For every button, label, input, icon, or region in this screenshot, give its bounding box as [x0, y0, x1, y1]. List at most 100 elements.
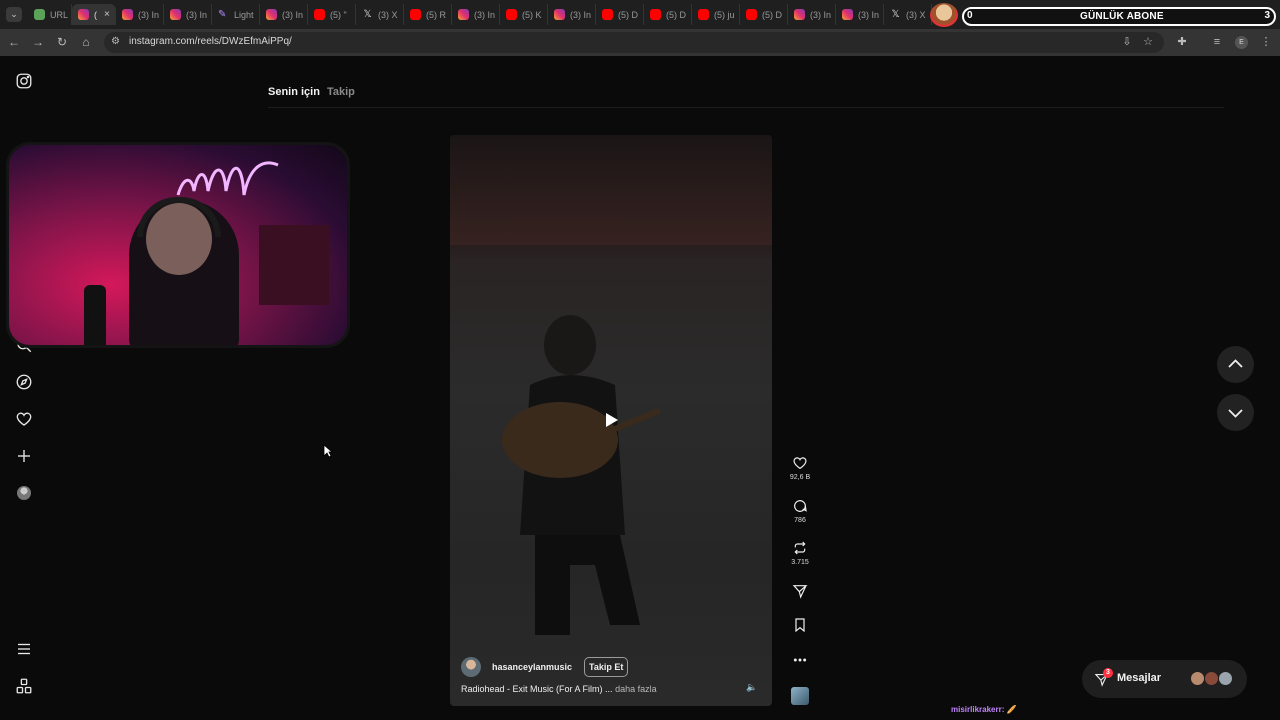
install-app-icon[interactable]: ⇩	[1120, 35, 1134, 49]
browser-tab[interactable]: 𝕏 (3) X	[356, 4, 404, 25]
browser-tab[interactable]: URL	[28, 4, 72, 25]
tab-close-icon[interactable]: ×	[104, 9, 110, 20]
back-icon[interactable]: ←	[6, 34, 22, 50]
notifications-heart-icon[interactable]	[15, 410, 33, 428]
like-action[interactable]: 92,6 B	[788, 455, 812, 481]
tab-title: (5) R	[426, 9, 446, 20]
instagram-favicon-icon	[170, 9, 181, 20]
tab-title: (5) D	[618, 9, 638, 20]
share-send-icon[interactable]	[792, 583, 808, 599]
like-count: 92,6 B	[789, 474, 811, 481]
comment-action[interactable]: 786	[788, 498, 812, 524]
browser-menu-icon[interactable]: ⋮	[1259, 35, 1273, 49]
tab-following[interactable]: Takip	[327, 86, 355, 98]
tab-for-you[interactable]: Senin için	[268, 86, 320, 98]
browser-tab[interactable]: (3) In	[836, 4, 884, 25]
light-favicon-icon: ✎	[218, 9, 227, 20]
tab-title: (3) X	[906, 9, 926, 20]
also-from-meta-icon[interactable]	[15, 677, 33, 695]
sound-toggle-icon[interactable]: 🔈	[746, 682, 757, 692]
instagram-favicon-icon	[554, 9, 565, 20]
bookmark-icon[interactable]	[792, 617, 808, 633]
browser-tab[interactable]: (3) In	[788, 4, 836, 25]
youtube-favicon-icon	[698, 9, 709, 20]
browser-tab-strip: ⌄ URL(× (3) In (3) In ✎ Light (3) In (5) " 𝕏 (3)…	[0, 0, 1280, 29]
more-dots-icon[interactable]	[792, 652, 808, 668]
audio-thumbnail[interactable]	[791, 687, 809, 705]
profile-avatar[interactable]: E	[1235, 36, 1248, 49]
caption-more-link[interactable]: daha fazla	[615, 684, 657, 694]
browser-tab[interactable]: (3) In	[116, 4, 164, 25]
youtube-favicon-icon	[410, 9, 421, 20]
extensions-icon[interactable]: ✚	[1175, 35, 1189, 49]
site-info-icon[interactable]: ⚙	[111, 36, 123, 48]
tab-title: (5) K	[522, 9, 542, 20]
author-avatar[interactable]	[461, 657, 481, 677]
repost-action[interactable]: 3.715	[788, 540, 812, 566]
chevron-down-icon[interactable]	[1217, 394, 1254, 431]
instagram-reels-page: Senin için Takip hasanceylanmusic Takip …	[0, 56, 1280, 720]
browser-tab[interactable]: (5) D	[596, 4, 644, 25]
forward-icon[interactable]: →	[30, 34, 46, 50]
reload-icon[interactable]: ↻	[54, 34, 70, 50]
address-bar[interactable]: ⚙ instagram.com/reels/DWzEfmAiPPq/	[104, 32, 1164, 53]
contact-avatar	[1218, 671, 1233, 686]
contact-avatar	[1204, 671, 1219, 686]
author-username[interactable]: hasanceylanmusic	[492, 662, 572, 672]
browser-tab[interactable]: (5) "	[308, 4, 356, 25]
browser-tab[interactable]: (3) In	[164, 4, 212, 25]
browser-tab[interactable]: ✎ Light	[212, 4, 260, 25]
tab-title: (5) ju	[714, 9, 735, 20]
browser-tab[interactable]: (5) D	[644, 4, 692, 25]
next-reel-button[interactable]	[1217, 394, 1254, 431]
musician-figure	[502, 315, 660, 635]
more-options-action[interactable]	[788, 652, 812, 668]
messages-label: Mesajlar	[1117, 672, 1162, 684]
create-plus-icon[interactable]	[15, 447, 33, 465]
previous-reel-button[interactable]	[1217, 346, 1254, 383]
browser-tab[interactable]: (3) In	[548, 4, 596, 25]
follow-button[interactable]: Takip Et	[584, 657, 629, 677]
browser-tab[interactable]: (3) In	[452, 4, 500, 25]
youtube-favicon-icon	[602, 9, 613, 20]
home-icon[interactable]: ⌂	[78, 34, 94, 50]
browser-toolbar: ← → ↻ ⌂ ⚙ instagram.com/reels/DWzEfmAiPP…	[0, 29, 1280, 56]
tab-title: (3) In	[570, 9, 592, 20]
like-heart-icon[interactable]	[792, 455, 808, 471]
explore-icon[interactable]	[15, 373, 33, 391]
subscriber-label: GÜNLÜK ABONE	[1080, 11, 1164, 22]
tab-title: (3) In	[858, 9, 880, 20]
browser-tab[interactable]: (5) D	[740, 4, 788, 25]
instagram-favicon-icon	[122, 9, 133, 20]
more-menu-icon[interactable]	[15, 640, 33, 658]
save-action[interactable]	[788, 617, 812, 633]
messages-button[interactable]: 3 Mesajlar	[1082, 660, 1247, 698]
instagram-logo-icon[interactable]	[15, 72, 33, 90]
play-icon[interactable]	[602, 411, 620, 429]
browser-tab[interactable]: (5) R	[404, 4, 452, 25]
browser-tab[interactable]: (5) K	[500, 4, 548, 25]
reel-video[interactable]: hasanceylanmusic Takip Et Radiohead - Ex…	[450, 135, 772, 706]
repost-icon[interactable]	[792, 540, 808, 556]
tab-search-button[interactable]: ⌄	[6, 7, 22, 22]
bookmark-star-icon[interactable]: ☆	[1141, 35, 1155, 49]
share-action[interactable]	[788, 583, 812, 599]
profile-avatar-sidebar[interactable]	[17, 486, 31, 500]
browser-tab[interactable]: 𝕏 (3) X	[884, 4, 932, 25]
youtube-favicon-icon	[314, 9, 325, 20]
media-controls-icon[interactable]: ≡	[1210, 35, 1224, 49]
webcam-overlay	[6, 142, 350, 348]
caption-text: Radiohead - Exit Music (For A Film) ...	[461, 684, 613, 694]
daily-subscriber-overlay: 0 GÜNLÜK ABONE 3	[962, 7, 1276, 26]
tab-title: (3) X	[378, 9, 398, 20]
tab-title: URL	[50, 9, 69, 20]
tab-title: (3) In	[282, 9, 304, 20]
tab-title: (3) In	[186, 9, 208, 20]
comment-icon[interactable]	[792, 498, 808, 514]
chevron-up-icon[interactable]	[1217, 346, 1254, 383]
background-shelf	[259, 225, 329, 305]
browser-tab[interactable]: (×	[72, 4, 116, 25]
url-text[interactable]: instagram.com/reels/DWzEfmAiPPq/	[129, 36, 292, 47]
browser-tab[interactable]: (3) In	[260, 4, 308, 25]
browser-tab[interactable]: (5) ju	[692, 4, 740, 25]
